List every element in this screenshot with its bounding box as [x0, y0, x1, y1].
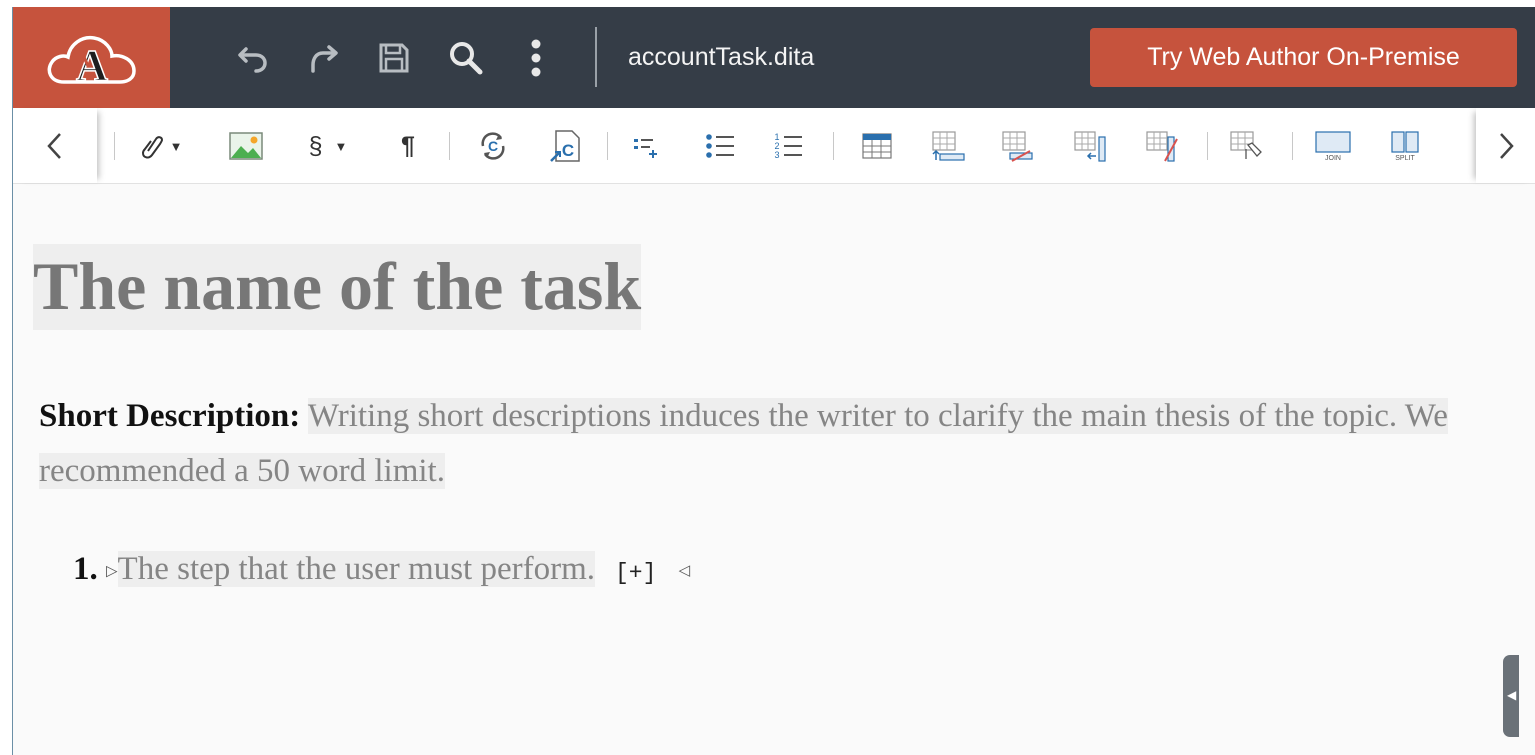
join-label: JOIN	[1325, 155, 1341, 162]
insert-list-item-button[interactable]	[627, 126, 665, 166]
find-button[interactable]	[445, 37, 487, 79]
insert-paragraph-button[interactable]: ¶	[393, 126, 423, 166]
insert-section-button[interactable]: § ▼	[303, 126, 353, 166]
delete-row-button[interactable]	[998, 126, 1038, 166]
save-button[interactable]	[373, 37, 415, 79]
image-icon	[229, 132, 263, 160]
collapse-left-icon: ◀	[1507, 688, 1517, 702]
toolbar-scroll-right-button[interactable]	[1476, 108, 1535, 183]
delete-row-icon	[1002, 131, 1033, 162]
split-cell-icon	[1391, 131, 1419, 153]
undo-icon	[238, 47, 267, 73]
toolbar-separator	[833, 132, 834, 160]
document-editing-area[interactable]: The name of the task Short Description: …	[13, 184, 1519, 755]
step-end-marker-icon: ◁	[678, 563, 691, 580]
toolbar-separator	[1292, 132, 1293, 160]
split-label: SPLIT	[1395, 155, 1415, 162]
step-item[interactable]: 1. ▷The step that the user must perform.…	[73, 549, 690, 593]
table-properties-button[interactable]	[1226, 126, 1266, 166]
section-dropdown-caret-icon: ▼	[334, 138, 348, 154]
join-cells-button[interactable]: JOIN	[1311, 126, 1355, 166]
editor-frame: A accountTask.dita Try Web Author On-Pre…	[12, 7, 1535, 755]
delete-column-button[interactable]	[1142, 126, 1182, 166]
section-icon: §	[308, 131, 323, 160]
save-icon	[379, 43, 409, 73]
ordered-list-icon: 1 2 3	[774, 132, 802, 160]
side-panel-toggle[interactable]: ◀	[1503, 655, 1519, 737]
app-header: A accountTask.dita Try Web Author On-Pre…	[13, 7, 1535, 108]
delete-column-icon	[1146, 131, 1178, 162]
editing-toolbar: ▼ § ▼ ¶ C C 1 2 3 JOIN SPLIT	[13, 108, 1535, 184]
step-start-marker-icon: ▷	[106, 563, 118, 580]
more-vertical-icon	[531, 39, 541, 77]
cloud-logo-icon: A	[47, 35, 136, 90]
task-title[interactable]: The name of the task	[33, 244, 642, 330]
redo-button[interactable]	[303, 37, 345, 79]
link-dropdown-caret-icon: ▼	[169, 138, 183, 154]
toolbar-scroll-left-button[interactable]	[13, 108, 97, 183]
header-separator	[595, 27, 597, 87]
try-on-premise-button[interactable]: Try Web Author On-Premise	[1090, 28, 1517, 87]
insert-column-icon	[1074, 131, 1106, 162]
undo-button[interactable]	[232, 37, 274, 79]
document-filename: accountTask.dita	[628, 43, 815, 71]
insert-table-button[interactable]	[858, 126, 896, 166]
insert-conref-button[interactable]: C	[473, 126, 513, 166]
more-actions-button[interactable]	[515, 37, 557, 79]
conref-push-icon: C	[550, 130, 580, 162]
toolbar-separator	[449, 132, 450, 160]
ordered-list-button[interactable]: 1 2 3	[769, 126, 807, 166]
toolbar-separator	[607, 132, 608, 160]
app-logo[interactable]: A	[13, 7, 170, 108]
insert-link-button[interactable]: ▼	[134, 126, 184, 166]
toolbar-separator	[1207, 132, 1208, 160]
svg-text:3: 3	[774, 150, 779, 160]
table-icon	[862, 133, 892, 159]
step-number: 1.	[73, 551, 98, 587]
link-icon	[141, 136, 163, 159]
conref-icon: C	[481, 132, 505, 160]
push-conref-button[interactable]: C	[546, 126, 586, 166]
chevron-left-icon	[47, 132, 61, 159]
expand-step-button[interactable]: [+]	[615, 560, 656, 586]
search-icon	[450, 42, 483, 75]
step-command-text[interactable]: The step that the user must perform.	[117, 551, 595, 587]
insert-image-button[interactable]	[226, 126, 266, 166]
chevron-right-icon	[1500, 132, 1514, 159]
unordered-list-icon	[706, 134, 734, 158]
insert-row-icon	[932, 131, 965, 161]
insert-column-button[interactable]	[1070, 126, 1110, 166]
insert-row-button[interactable]	[928, 126, 968, 166]
toolbar-separator	[114, 132, 115, 160]
split-cell-button[interactable]: SPLIT	[1383, 126, 1427, 166]
short-description-label: Short Description:	[39, 398, 301, 434]
svg-text:C: C	[488, 138, 498, 154]
join-cells-icon	[1315, 131, 1351, 153]
short-description[interactable]: Short Description: Writing short descrip…	[39, 389, 1484, 499]
paragraph-icon: ¶	[401, 131, 415, 160]
unordered-list-button[interactable]	[701, 126, 739, 166]
insert-list-item-icon	[634, 139, 657, 158]
table-properties-icon	[1230, 131, 1262, 159]
svg-text:C: C	[562, 141, 574, 160]
redo-icon	[311, 45, 338, 73]
